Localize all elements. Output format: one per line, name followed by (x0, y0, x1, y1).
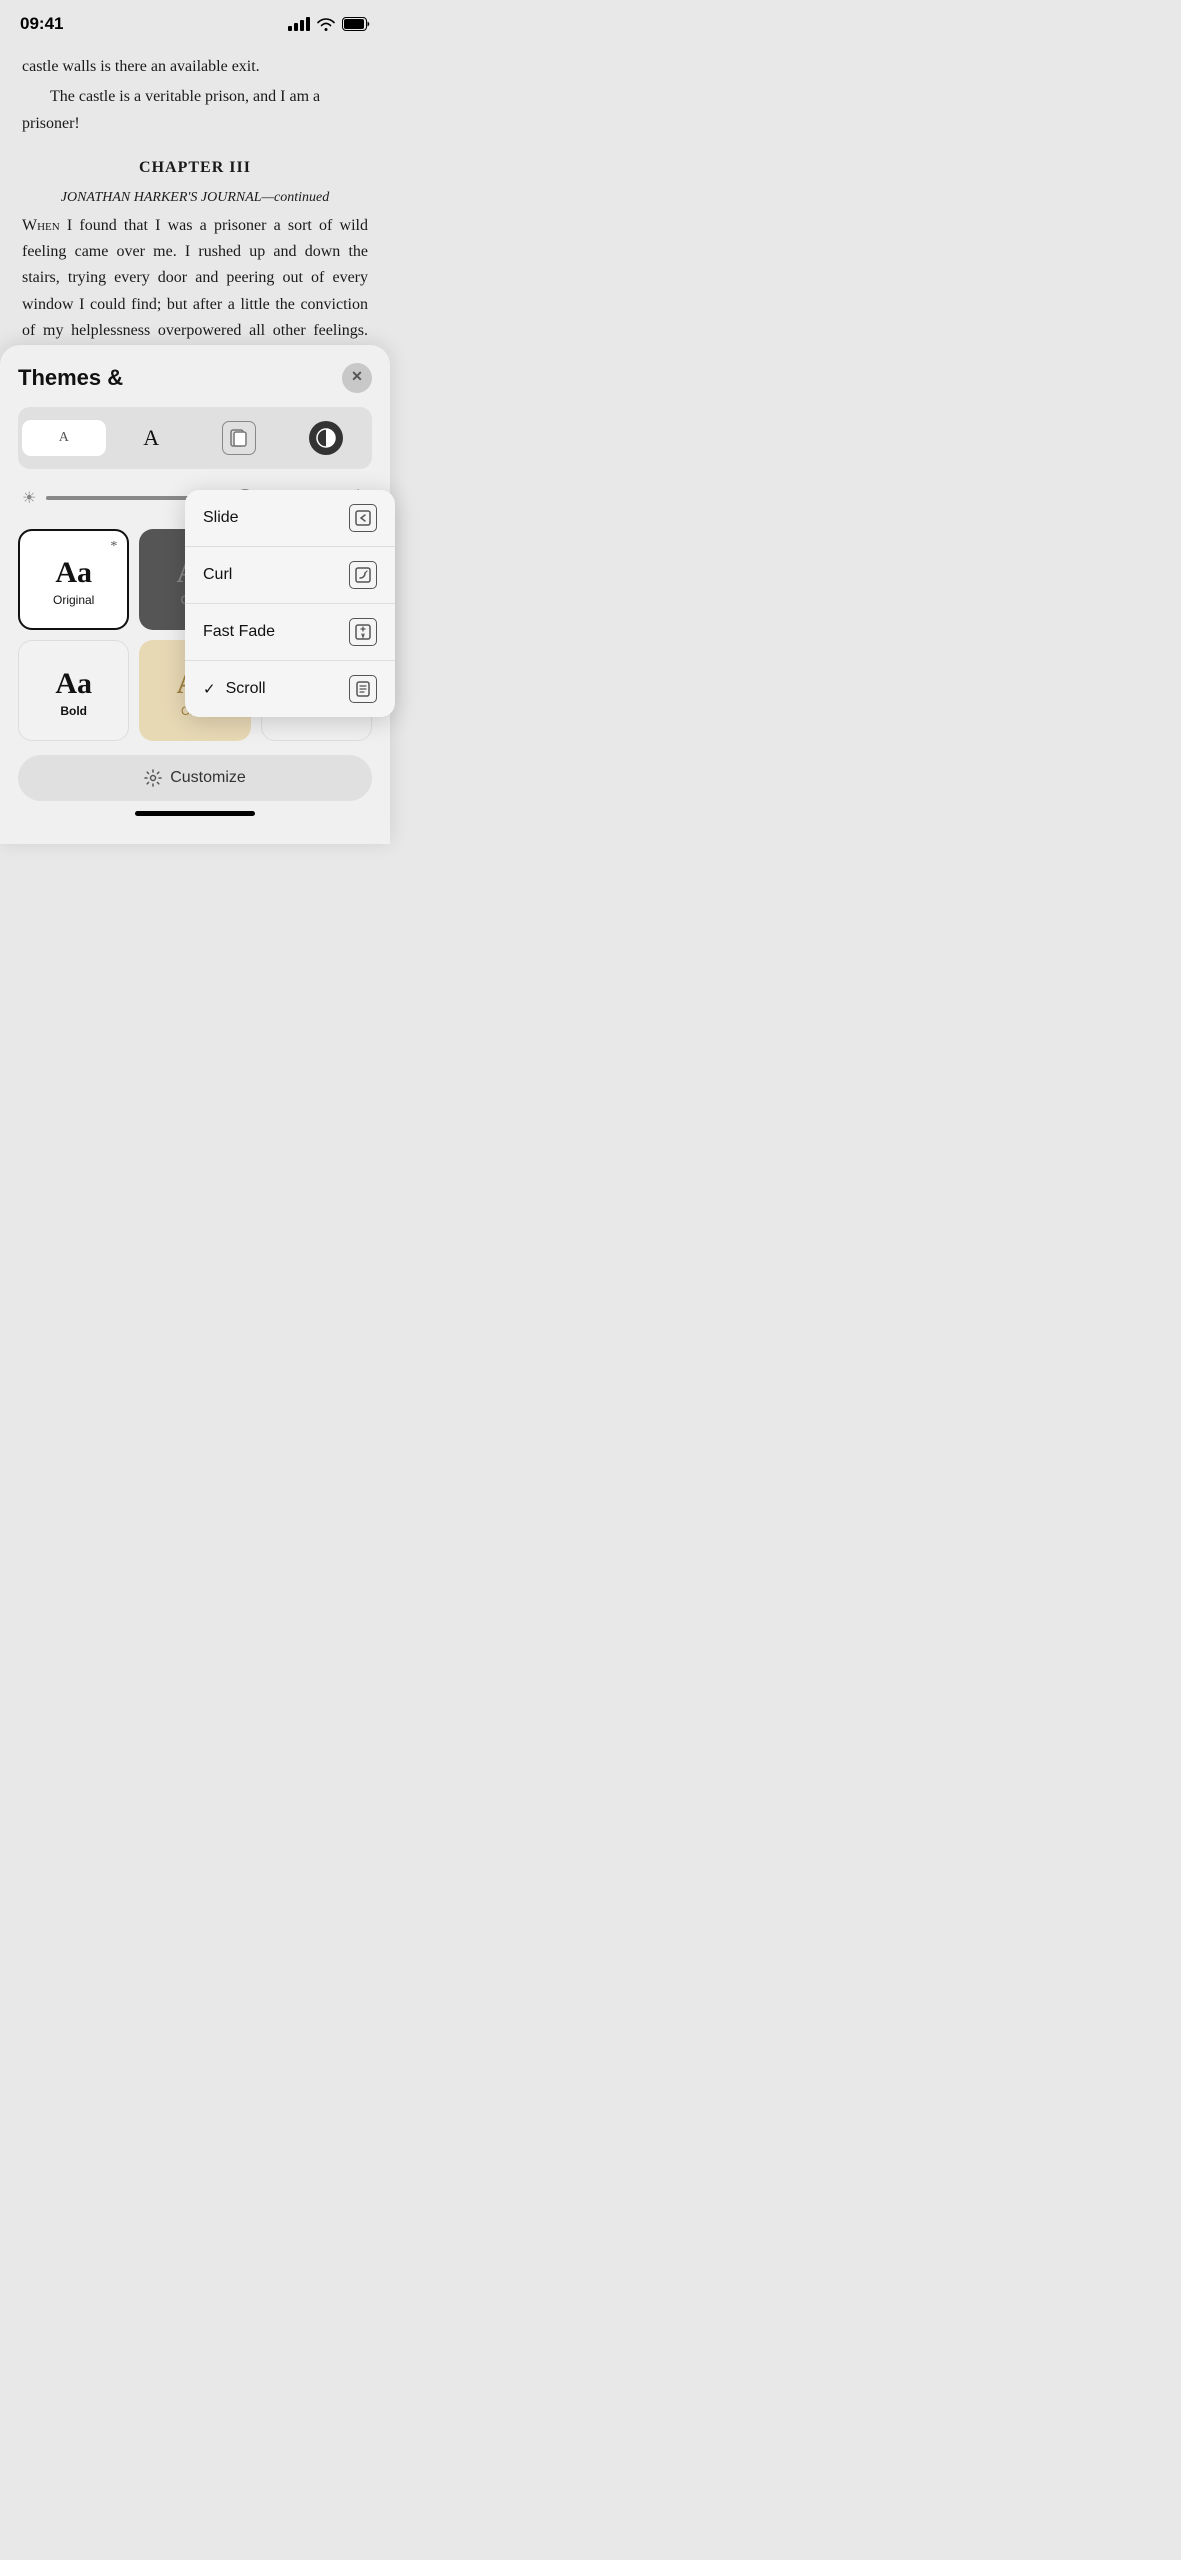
chapter-heading: CHAPTER III (22, 155, 368, 181)
close-button[interactable]: ✕ (342, 363, 372, 393)
page-turn-dropdown: Slide Curl Fast Fade ✓ Scroll (185, 490, 395, 717)
font-tabs: A A (18, 407, 372, 469)
theme-bold-label: Bold (60, 704, 87, 718)
large-a-label: A (143, 425, 159, 451)
signal-icon (288, 17, 310, 31)
tab-large-font[interactable]: A (110, 415, 194, 461)
dropdown-label-slide: Slide (203, 509, 239, 527)
small-a-label: A (59, 430, 69, 446)
dropdown-label-scroll: Scroll (226, 680, 266, 698)
customize-label: Customize (170, 769, 246, 787)
customize-button[interactable]: Customize (18, 755, 372, 801)
dropdown-label-fastfade: Fast Fade (203, 623, 275, 641)
book-line-2: The castle is a veritable prison, and I … (22, 84, 368, 137)
pages-icon (222, 421, 256, 455)
fastfade-icon (349, 618, 377, 646)
theme-original-label: Original (53, 593, 94, 607)
dropdown-label-curl: Curl (203, 566, 232, 584)
book-line-1: castle walls is there an available exit. (22, 54, 368, 80)
battery-icon (342, 17, 370, 31)
theme-original-aa: Aa (55, 558, 92, 588)
status-icons (288, 17, 370, 31)
tab-small-font[interactable]: A (22, 420, 106, 456)
checkmark-icon: ✓ (203, 680, 216, 698)
gear-icon (144, 769, 162, 787)
wifi-icon (316, 17, 336, 31)
status-time: 09:41 (20, 14, 63, 34)
theme-bold[interactable]: Aa Bold (18, 640, 129, 741)
theme-original[interactable]: * Aa Original (18, 529, 129, 630)
tab-contrast[interactable] (285, 411, 369, 465)
slide-icon (349, 504, 377, 532)
contrast-icon (309, 421, 343, 455)
dropdown-item-scroll[interactable]: ✓ Scroll (185, 661, 395, 717)
dropdown-item-fastfade[interactable]: Fast Fade (185, 604, 395, 661)
tab-pages[interactable] (197, 411, 281, 465)
curl-icon (349, 561, 377, 589)
theme-asterisk: * (110, 539, 117, 555)
theme-bold-aa: Aa (55, 669, 92, 699)
dropdown-item-slide[interactable]: Slide (185, 490, 395, 547)
panel-header: Themes & ✕ (18, 363, 372, 393)
home-indicator (135, 811, 255, 816)
dropdown-item-curl[interactable]: Curl (185, 547, 395, 604)
chapter-subheading: JONATHAN HARKER'S JOURNAL—continued (22, 186, 368, 209)
panel-title: Themes & (18, 365, 123, 391)
status-bar: 09:41 (0, 0, 390, 42)
scroll-icon (349, 675, 377, 703)
brightness-min-icon: ☀ (22, 488, 36, 508)
